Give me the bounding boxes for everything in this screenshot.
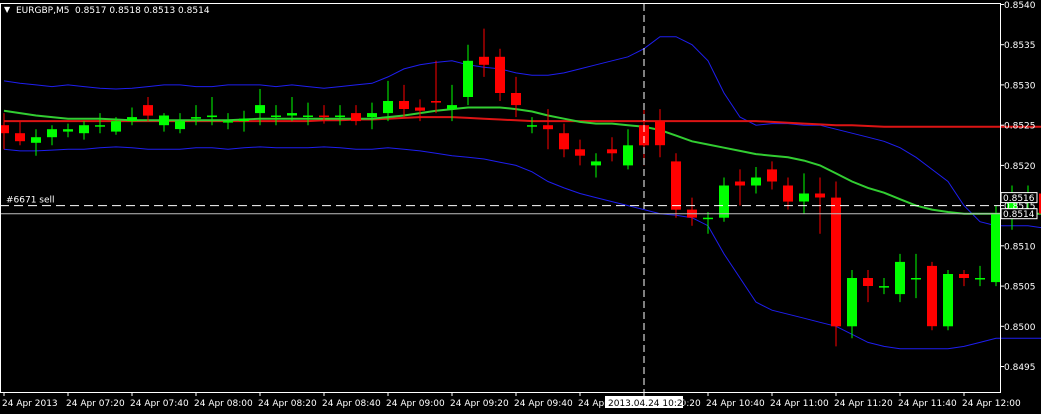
- y-tick-label: 0.8495: [1004, 363, 1036, 373]
- candle-body: [463, 60, 473, 97]
- x-tick-label: 24 Apr 09:20: [450, 399, 509, 409]
- candle-body: [383, 101, 393, 114]
- x-tick-label: 24 Apr 07:20: [66, 399, 125, 409]
- candle-body: [15, 133, 25, 142]
- candle: [831, 181, 841, 347]
- candle-body: [671, 161, 681, 210]
- candle-body: [559, 133, 569, 150]
- x-tick-label: 24 Apr 08:20: [258, 399, 317, 409]
- candle-body: [175, 121, 185, 130]
- y-tick-label: 0.8500: [1004, 323, 1036, 333]
- candle-body: [239, 118, 249, 122]
- y-tick-label: 0.8510: [1004, 242, 1036, 252]
- candle-body: [431, 101, 441, 103]
- candle-body: [895, 261, 905, 295]
- candle-body: [799, 193, 809, 202]
- candle-body: [543, 125, 553, 130]
- candle-body: [223, 121, 233, 123]
- x-tick-label: 24 Apr 11:40: [898, 399, 957, 409]
- x-tick-label: 24 Apr 09:40: [514, 399, 573, 409]
- sell-order-label: #6671 sell: [6, 196, 55, 206]
- candle-body: [479, 56, 489, 65]
- candle-body: [127, 117, 137, 122]
- candle-body: [815, 193, 825, 198]
- price-chart[interactable]: #6671 sell 0.8540 0.8535 0.8530 0.8525 0.852…: [0, 0, 1041, 410]
- chart-window[interactable]: #6671 sell 0.8540 0.8535 0.8530 0.8525 0.852…: [0, 0, 1041, 410]
- candle-body: [831, 197, 841, 327]
- candle-body: [303, 115, 313, 117]
- candle-body: [863, 278, 873, 286]
- y-tick-label: 0.8505: [1004, 283, 1036, 293]
- y-tick-label: 0.8535: [1004, 41, 1036, 51]
- candle-body: [975, 278, 985, 280]
- y-tick-label: 0.8520: [1004, 162, 1036, 172]
- bid-price-tag: 0.8514: [1003, 210, 1035, 220]
- candle: [943, 270, 953, 331]
- x-tick-label: 24 Apr 2013: [2, 399, 58, 409]
- candle-body: [79, 125, 89, 134]
- candle-body: [447, 105, 457, 110]
- candle-body: [607, 149, 617, 154]
- candle-body: [719, 185, 729, 218]
- x-tick-label: 24 Apr 12:00: [962, 399, 1021, 409]
- ask-price-tag: 0.8516: [1003, 194, 1035, 204]
- candle-body: [111, 121, 121, 132]
- x-tick-label: 24 Apr 11:00: [770, 399, 829, 409]
- candle-body: [847, 278, 857, 327]
- candle-body: [591, 161, 601, 166]
- candle-body: [367, 113, 377, 118]
- candle-body: [0, 125, 9, 134]
- candle-body: [191, 117, 201, 119]
- x-tick-label: 24 Apr 09:00: [386, 399, 445, 409]
- candle-body: [575, 149, 585, 156]
- candle-body: [655, 121, 665, 146]
- candle-body: [783, 185, 793, 202]
- candle-body: [159, 115, 169, 126]
- candle-body: [927, 265, 937, 327]
- candle-body: [47, 129, 57, 138]
- candle: [991, 205, 1001, 287]
- candle-body: [207, 115, 217, 118]
- y-tick-label: 0.8540: [1004, 1, 1036, 11]
- candle-body: [623, 145, 633, 166]
- x-tick-label: 24 Apr 11:20: [834, 399, 893, 409]
- candle-body: [991, 213, 1001, 283]
- candle-body: [879, 286, 889, 288]
- candle-body: [399, 101, 409, 109]
- candle-body: [143, 105, 153, 116]
- x-tick-label: 24 Apr 08:40: [322, 399, 381, 409]
- candle-body: [959, 274, 969, 278]
- candle-body: [911, 278, 921, 280]
- x-tick-label: 24 Apr 07:40: [130, 399, 189, 409]
- candle-body: [287, 113, 297, 116]
- candle-body: [415, 107, 425, 111]
- crosshair-time-label: 2013.04.24 10:20: [608, 399, 689, 409]
- candle-body: [63, 129, 73, 132]
- candle-body: [255, 105, 265, 114]
- candle: [927, 261, 937, 331]
- candle-body: [511, 93, 521, 106]
- y-tick-label: 0.8530: [1004, 81, 1036, 91]
- y-tick-label: 0.8525: [1004, 122, 1036, 132]
- candle-body: [271, 115, 281, 117]
- candle-body: [527, 125, 537, 127]
- candle-body: [735, 181, 745, 186]
- candle-body: [703, 217, 713, 220]
- candle-body: [319, 115, 329, 118]
- candle-body: [767, 169, 777, 182]
- candle: [671, 153, 681, 218]
- candle-body: [95, 125, 105, 127]
- chart-menu-icon[interactable]: ▼: [4, 5, 11, 14]
- candle-body: [751, 177, 761, 186]
- candle-body: [351, 113, 361, 122]
- candle-body: [31, 137, 41, 143]
- x-tick-label: 24 Apr 08:00: [194, 399, 253, 409]
- candle-body: [335, 115, 345, 118]
- chart-ohlc-readout: 0.8517 0.8518 0.8513 0.8514: [75, 6, 210, 16]
- chart-symbol-label: EURGBP,M5: [16, 6, 69, 16]
- candle-body: [495, 56, 505, 93]
- x-tick-label: 24 Apr 10:40: [706, 399, 765, 409]
- candle-body: [943, 274, 953, 327]
